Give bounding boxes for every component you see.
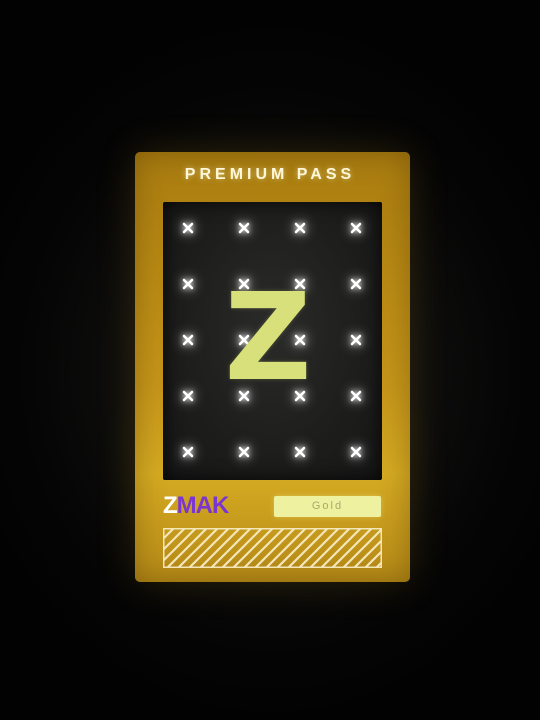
cross-icon [293,445,307,459]
brand-logo-part1: Z [163,492,178,519]
cross-icon [349,445,363,459]
brand-logo-part2: MAK [176,492,230,519]
cross-icon [349,221,363,235]
diagonal-stripes [163,528,382,568]
cross-icon [349,389,363,403]
cross-icon [181,221,195,235]
cross-icon [237,445,251,459]
cross-icon [237,221,251,235]
cross-icon [181,333,195,347]
cross-icon [181,389,195,403]
brand-logo: ZMAK [163,492,230,520]
cross-icon [293,221,307,235]
big-letter: Z [224,269,312,408]
cross-icon [349,277,363,291]
scene-background: PREMIUM PASS Z ZMAK Gold [0,0,540,720]
card-title: PREMIUM PASS [184,166,356,183]
cross-icon [349,333,363,347]
tier-badge: Gold [274,496,381,517]
cross-icon [181,277,195,291]
cross-icon [181,445,195,459]
